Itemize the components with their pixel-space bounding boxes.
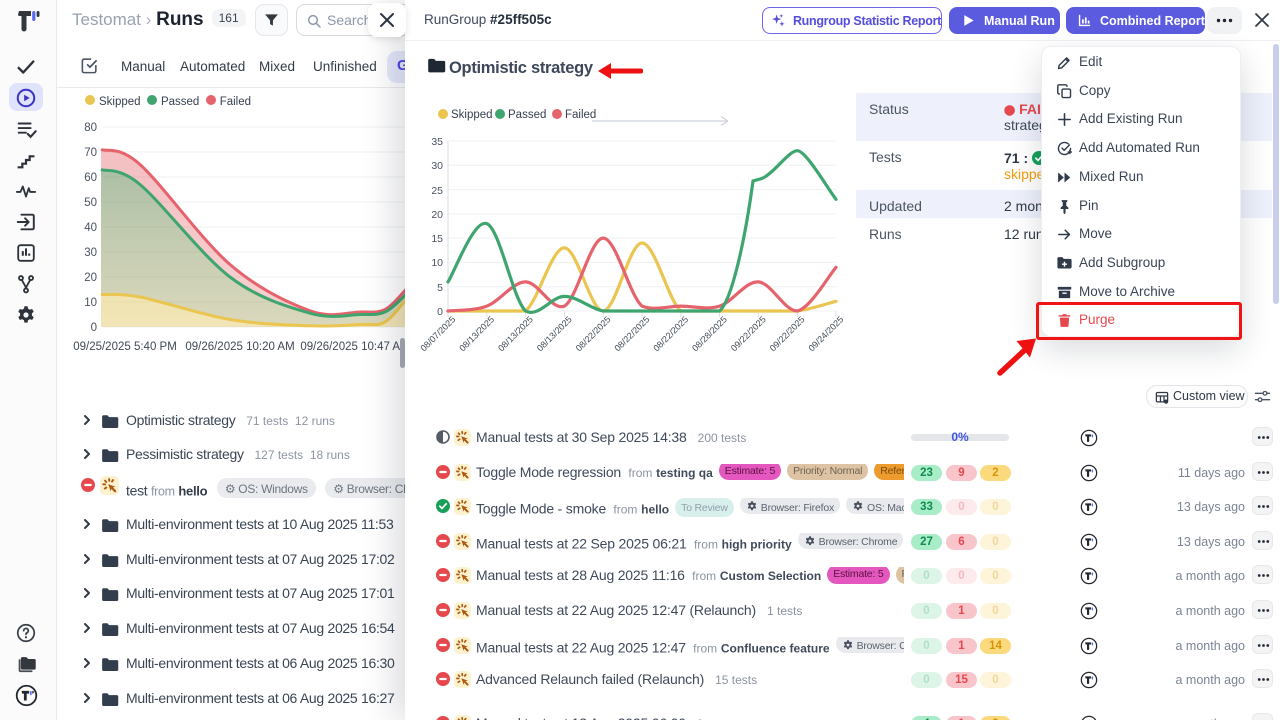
svg-text:09/25/2025 5:40 PM: 09/25/2025 5:40 PM — [73, 341, 177, 353]
svg-text:09/22/2025: 09/22/2025 — [729, 314, 768, 353]
svg-text:Skipped: Skipped — [451, 109, 493, 121]
svg-text:0: 0 — [91, 322, 97, 334]
svg-text:08/13/2025: 08/13/2025 — [457, 314, 496, 353]
svg-text:30: 30 — [431, 160, 443, 172]
svg-text:60: 60 — [84, 172, 97, 184]
svg-text:08/07/2025: 08/07/2025 — [418, 314, 457, 353]
svg-text:09/26/2025 10:47 AM: 09/26/2025 10:47 AM — [300, 341, 409, 353]
svg-text:08/22/2025: 08/22/2025 — [574, 314, 613, 353]
svg-text:08/28/2025: 08/28/2025 — [690, 314, 729, 353]
svg-text:08/22/2025: 08/22/2025 — [651, 314, 690, 353]
svg-text:Failed: Failed — [565, 109, 596, 121]
svg-text:35: 35 — [431, 136, 443, 148]
svg-text:20: 20 — [431, 209, 443, 221]
svg-text:70: 70 — [84, 147, 97, 159]
svg-text:20: 20 — [84, 272, 97, 284]
svg-text:5: 5 — [437, 282, 443, 294]
svg-text:0: 0 — [437, 306, 443, 318]
svg-text:50: 50 — [84, 197, 97, 209]
svg-text:08/13/2025: 08/13/2025 — [496, 314, 535, 353]
svg-text:09/22/2025: 09/22/2025 — [768, 314, 807, 353]
svg-text:10: 10 — [84, 297, 97, 309]
svg-text:Passed: Passed — [508, 109, 546, 121]
svg-text:08/13/2025: 08/13/2025 — [535, 314, 574, 353]
svg-text:08/22/2025: 08/22/2025 — [612, 314, 651, 353]
svg-text:25: 25 — [431, 185, 443, 197]
svg-text:09/26/2025 10:20 AM: 09/26/2025 10:20 AM — [185, 341, 294, 353]
svg-text:30: 30 — [84, 247, 97, 259]
svg-text:40: 40 — [84, 222, 97, 234]
svg-text:09/24/2025: 09/24/2025 — [806, 314, 845, 353]
svg-text:80: 80 — [84, 122, 97, 134]
svg-text:10: 10 — [431, 257, 443, 269]
svg-text:15: 15 — [431, 233, 443, 245]
